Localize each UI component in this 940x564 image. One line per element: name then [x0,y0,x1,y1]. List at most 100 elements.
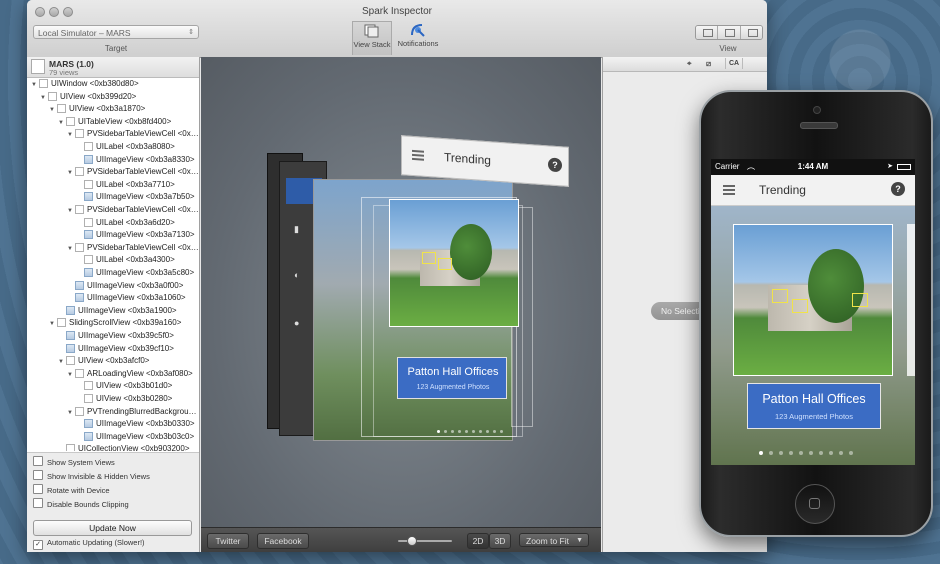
tree-node[interactable]: UIView <0xb3b0280> [76,393,172,406]
page-dot[interactable] [759,451,763,455]
disclosure-triangle-open-icon[interactable]: ▼ [67,129,75,142]
page-dot[interactable] [479,430,482,433]
disclosure-triangle-open-icon[interactable]: ▼ [58,356,66,369]
tree-node[interactable]: UIImageView <0xb3a1900> [58,305,177,318]
tree-node[interactable]: UILabel <0xb3a6d20> [76,217,175,230]
help-button[interactable]: ? [891,182,905,196]
page-dot[interactable] [779,451,783,455]
tree-node[interactable]: UIImageView <0xb3a0f00> [67,280,183,293]
layer-photo-caption[interactable]: Patton Hall Offices 123 Augmented Photos [397,357,507,399]
checkbox-icon[interactable] [33,456,43,466]
tree-node[interactable]: UILabel <0xb3a8080> [76,141,175,154]
page-dot[interactable] [437,430,440,433]
view-right-panel-toggle[interactable] [740,26,762,39]
page-dot[interactable] [493,430,496,433]
page-control[interactable] [759,451,853,455]
checkbox-checked-icon[interactable]: ✓ [33,540,43,550]
view-left-panel-toggle[interactable] [696,26,719,39]
tree-node[interactable]: ▼ UIView <0xb399d20> [40,91,136,104]
tree-node[interactable]: UIImageView <0xb3b03c0> [76,431,194,444]
disclosure-triangle-open-icon[interactable]: ▼ [40,92,48,105]
disclosure-triangle-open-icon[interactable]: ▼ [58,117,66,130]
view-stack-tool-button[interactable]: View Stack [352,21,392,55]
view-bottom-panel-toggle[interactable] [718,26,741,39]
page-dot[interactable] [799,451,803,455]
tree-node[interactable]: ▼ ARLoadingView <0xb3af080> [67,368,193,381]
page-dot[interactable] [819,451,823,455]
tree-node[interactable]: UIImageView <0xb3a7130> [76,229,195,242]
trending-photo[interactable] [733,224,893,376]
zoom-to-fit-popup[interactable]: Zoom to Fit ▼ [519,533,589,547]
tree-node[interactable]: ▼ PVSidebarTableViewCell <0x… [67,242,199,255]
tree-node[interactable]: UIImageView <0xb3a7b50> [76,191,195,204]
option-disable-bounds-clipping[interactable]: Disable Bounds Clipping [33,498,129,510]
page-dot[interactable] [500,430,503,433]
page-dot[interactable] [472,430,475,433]
page-dot[interactable] [486,430,489,433]
option-show-system-views[interactable]: Show System Views [33,456,115,468]
page-dot[interactable] [849,451,853,455]
disclosure-triangle-open-icon[interactable]: ▼ [67,407,75,420]
disclosure-triangle-open-icon[interactable]: ▼ [67,167,75,180]
tree-node[interactable]: ▼ UITableView <0xb8fd400> [58,116,171,129]
tree-node[interactable]: ▼ SlidingScrollView <0xb39a160> [49,317,181,330]
tree-node[interactable]: UIImageView <0xb3b0330> [76,418,195,431]
page-dot[interactable] [789,451,793,455]
tree-node[interactable]: ▼ UIView <0xb3a1870> [49,103,145,116]
checkbox-icon[interactable] [33,470,43,480]
tree-node[interactable]: UIView <0xb3b01d0> [76,380,172,393]
option-show-invisible-views[interactable]: Show Invisible & Hidden Views [33,470,150,482]
home-button[interactable] [795,484,835,524]
option-automatic-updating[interactable]: ✓ Automatic Updating (Slower!) [33,537,145,550]
tree-node[interactable]: UICollectionView <0xb903200> [58,443,189,451]
notifications-tool-button[interactable]: Notifications [395,21,441,55]
facebook-button[interactable]: Facebook [257,533,309,549]
disclosure-triangle-open-icon[interactable]: ▼ [67,369,75,382]
page-dot[interactable] [444,430,447,433]
option-rotate-with-device[interactable]: Rotate with Device [33,484,110,496]
tree-node[interactable]: ▼ PVSidebarTableViewCell <0x… [67,166,199,179]
twitter-button[interactable]: Twitter [207,533,249,549]
photo-caption-card[interactable]: Patton Hall Offices 123 Augmented Photos [747,383,881,429]
tree-node[interactable]: ▼ UIView <0xb3afcf0> [58,355,149,368]
page-dot[interactable] [809,451,813,455]
update-now-button[interactable]: Update Now [33,520,192,536]
tree-node[interactable]: UIImageView <0xb39cf10> [58,343,174,356]
tree-node[interactable]: UILabel <0xb3a4300> [76,254,175,267]
disclosure-triangle-open-icon[interactable]: ▼ [67,205,75,218]
tree-node[interactable]: UIImageView <0xb3a5c80> [76,267,194,280]
checkbox-icon[interactable] [33,498,43,508]
tree-node[interactable]: ▼ PVTrendingBlurredBackgrou… [67,406,197,419]
disclosure-triangle-open-icon[interactable]: ▼ [49,104,57,117]
page-dot[interactable] [829,451,833,455]
zoom-slider-knob[interactable] [406,536,417,546]
target-select[interactable]: Local Simulator – MARS ⇕ [33,25,199,39]
view-stack-canvas[interactable]: ▮ ◐ ● Trending ? Patton Hall Offices 123… [201,57,601,527]
disclosure-triangle-open-icon[interactable]: ▼ [67,243,75,256]
mode-3d-button[interactable]: 3D [489,533,511,549]
tab-core-animation[interactable]: CA [725,58,743,69]
page-dot[interactable] [839,451,843,455]
disclosure-triangle-open-icon[interactable]: ▼ [31,79,39,92]
tree-node[interactable]: ▼ PVSidebarTableViewCell <0x… [67,128,199,141]
mode-2d-button[interactable]: 2D [467,533,489,549]
simulator-screen[interactable]: Carrier ︵ 1:44 AM ➤ Trending ? Patton Ha… [711,159,915,465]
page-dot[interactable] [451,430,454,433]
tab-network-icon[interactable]: ⌖ [687,59,692,69]
tree-node[interactable]: UIImageView <0xb3a1060> [67,292,186,305]
tree-node[interactable]: UILabel <0xb3a7710> [76,179,175,192]
tree-node[interactable]: ▼ PVSidebarTableViewCell <0x… [67,204,199,217]
hamburger-menu-icon[interactable] [723,185,735,195]
layer-photo-image[interactable] [389,199,519,327]
page-dot[interactable] [458,430,461,433]
tree-node[interactable]: UIImageView <0xb39c5f0> [58,330,174,343]
page-dot[interactable] [465,430,468,433]
disclosure-triangle-open-icon[interactable]: ▼ [49,318,57,331]
checkbox-icon[interactable] [33,484,43,494]
tab-ruler-icon[interactable]: ⧄ [706,59,711,69]
zoom-slider[interactable] [398,536,452,546]
tree-node[interactable]: UIImageView <0xb3a8330> [76,154,195,167]
page-dot[interactable] [769,451,773,455]
tree-node[interactable]: ▼ UIWindow <0xb380d80> [31,78,139,91]
app-header[interactable]: MARS (1.0) 79 views [27,57,199,78]
